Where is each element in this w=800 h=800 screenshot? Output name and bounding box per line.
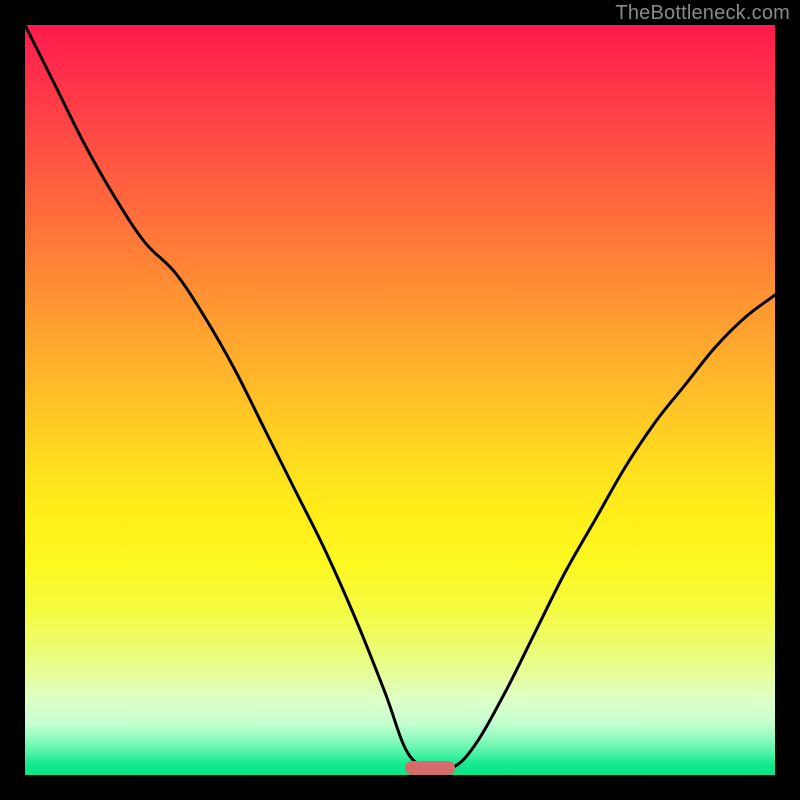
plot-area (25, 25, 775, 775)
optimum-marker (405, 761, 455, 775)
watermark-text: TheBottleneck.com (615, 2, 790, 25)
chart-frame: TheBottleneck.com (0, 0, 800, 800)
bottleneck-curve (25, 25, 775, 775)
